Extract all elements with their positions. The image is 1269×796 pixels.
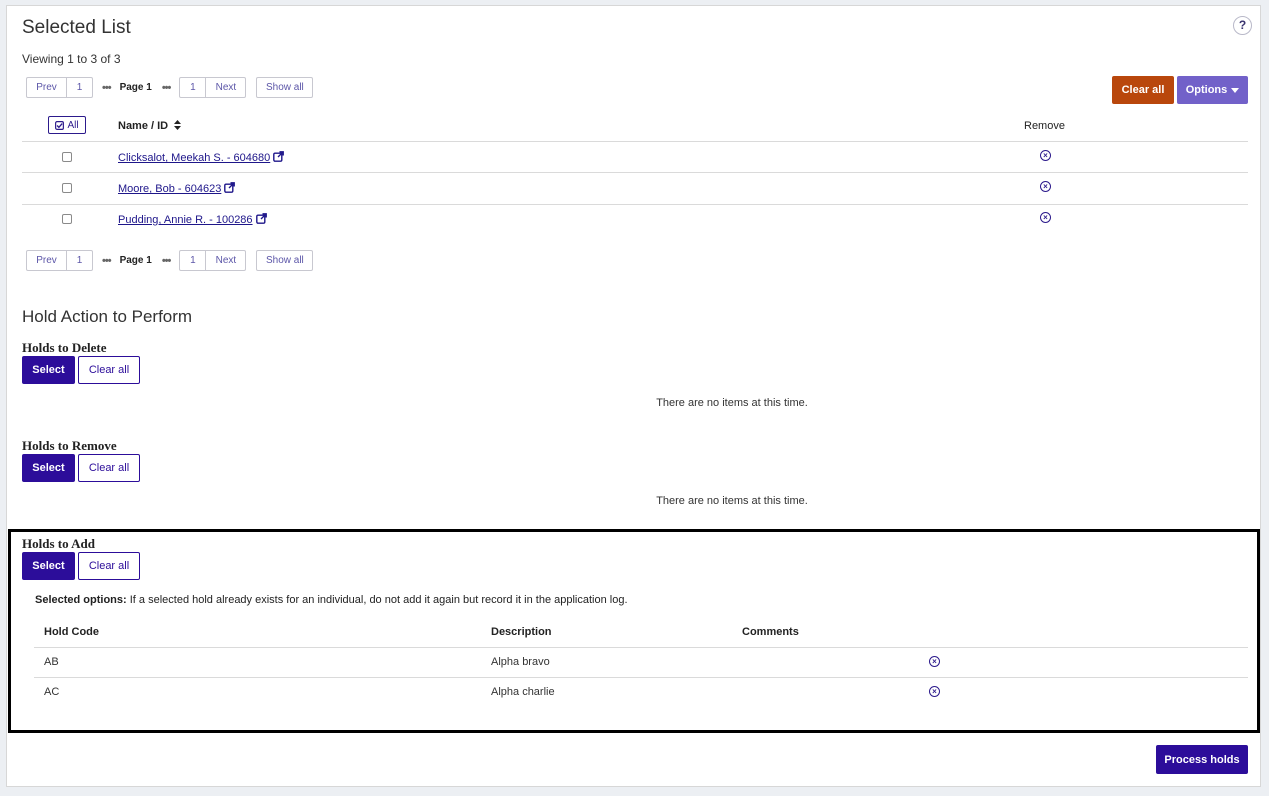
pager-top: Prev 1 ••• Page 1 ••• 1 Next Show all [26, 77, 314, 98]
hold-code-cell: AB [44, 656, 59, 668]
holds-remove-select-button[interactable]: Select [22, 454, 75, 482]
remove-icon[interactable]: × [1040, 181, 1051, 192]
holds-add-title: Holds to Add [22, 536, 95, 551]
holds-delete-title: Holds to Delete [22, 340, 107, 355]
next-button[interactable]: Next [205, 250, 247, 271]
current-page: Page 1 [119, 255, 152, 266]
table-row-name: Moore, Bob - 604623 [118, 181, 236, 195]
description-column-header: Description [491, 626, 552, 638]
row-checkbox[interactable] [62, 183, 72, 193]
row-checkbox[interactable] [62, 152, 72, 162]
select-all-label: All [67, 119, 79, 131]
process-holds-button[interactable]: Process holds [1156, 745, 1248, 774]
viewing-count: Viewing 1 to 3 of 3 [22, 52, 121, 66]
pager-bottom: Prev 1 ••• Page 1 ••• 1 Next Show all [26, 250, 314, 271]
show-all-button[interactable]: Show all [256, 250, 314, 271]
show-all-button[interactable]: Show all [256, 77, 314, 98]
divider [34, 677, 1248, 678]
select-all-button[interactable]: All [48, 116, 86, 134]
last-page-button[interactable]: 1 [179, 77, 207, 98]
description-cell: Alpha charlie [491, 686, 555, 698]
divider [22, 172, 1248, 173]
divider [22, 204, 1248, 205]
table-row-name: Clicksalot, Meekah S. - 604680 [118, 150, 285, 164]
first-page-button[interactable]: 1 [66, 77, 93, 98]
last-page-button[interactable]: 1 [179, 250, 207, 271]
holds-delete-empty: There are no items at this time. [656, 397, 808, 409]
caret-down-icon [1231, 87, 1240, 93]
current-page: Page 1 [119, 82, 152, 93]
next-button[interactable]: Next [205, 77, 247, 98]
holds-remove-title: Holds to Remove [22, 438, 117, 453]
description-cell: Alpha bravo [491, 656, 550, 668]
person-link[interactable]: Clicksalot, Meekah S. - 604680 [118, 152, 270, 164]
sort-icon [174, 120, 182, 130]
remove-icon[interactable]: × [929, 686, 940, 697]
remove-icon[interactable]: × [1040, 150, 1051, 161]
holds-add-clear-button[interactable]: Clear all [78, 552, 140, 580]
remove-column-header: Remove [1024, 120, 1065, 132]
options-label: Options [1185, 84, 1228, 96]
row-checkbox[interactable] [62, 214, 72, 224]
ellipsis: ••• [102, 81, 112, 94]
person-link[interactable]: Pudding, Annie R. - 100286 [118, 214, 253, 226]
holds-remove-clear-button[interactable]: Clear all [78, 454, 140, 482]
external-link-icon[interactable] [224, 182, 236, 193]
ellipsis: ••• [161, 81, 172, 94]
checkbox-checked-icon [55, 120, 65, 130]
ellipsis: ••• [102, 254, 112, 267]
remove-icon[interactable]: × [1040, 212, 1051, 223]
table-row-name: Pudding, Annie R. - 100286 [118, 212, 267, 226]
page-title: Selected List [22, 17, 131, 38]
name-column-label: Name / ID [118, 120, 169, 132]
name-column-header[interactable]: Name / ID [118, 120, 182, 132]
clear-all-button[interactable]: Clear all [1112, 76, 1174, 104]
holds-add-highlight [8, 529, 1260, 733]
external-link-icon[interactable] [255, 213, 267, 224]
holds-remove-empty: There are no items at this time. [656, 495, 808, 507]
divider [22, 141, 1248, 142]
section-title: Hold Action to Perform [22, 307, 193, 326]
remove-icon[interactable]: × [929, 656, 940, 667]
divider [34, 647, 1248, 648]
selected-options: Selected options: If a selected hold alr… [35, 594, 628, 606]
help-icon[interactable]: ? [1233, 16, 1252, 35]
selected-options-text: If a selected hold already exists for an… [129, 594, 628, 606]
comments-column-header: Comments [742, 626, 799, 638]
holds-delete-clear-button[interactable]: Clear all [78, 356, 140, 384]
holds-delete-select-button[interactable]: Select [22, 356, 75, 384]
external-link-icon[interactable] [273, 151, 285, 162]
holds-add-select-button[interactable]: Select [22, 552, 75, 580]
selected-options-label: Selected options: [35, 594, 127, 606]
first-page-button[interactable]: 1 [66, 250, 93, 271]
person-link[interactable]: Moore, Bob - 604623 [118, 183, 221, 195]
prev-button[interactable]: Prev [26, 77, 67, 98]
hold-code-column-header: Hold Code [44, 626, 99, 638]
ellipsis: ••• [161, 254, 172, 267]
main-panel: Selected List ? Viewing 1 to 3 of 3 Prev… [6, 5, 1261, 787]
options-button[interactable]: Options [1177, 76, 1248, 104]
prev-button[interactable]: Prev [26, 250, 67, 271]
hold-code-cell: AC [44, 686, 60, 698]
